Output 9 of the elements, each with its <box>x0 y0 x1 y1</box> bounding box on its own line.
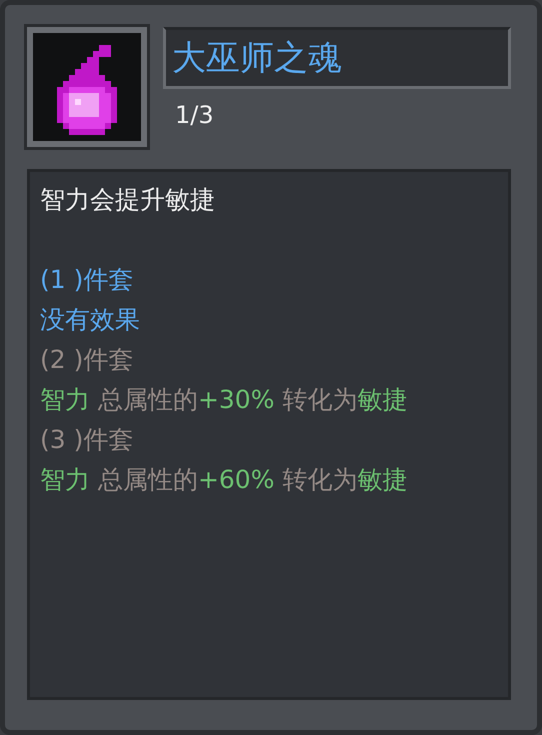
set-tier-effect: 智力 总属性的+30% 转化为敏捷 <box>40 384 408 416</box>
set-tier-label: (3 )件套 <box>40 424 134 456</box>
set-tier-label: (2 )件套 <box>40 344 134 376</box>
item-count: 1/3 <box>174 101 214 129</box>
item-description: 智力会提升敏捷 <box>40 184 215 216</box>
set-tier-effect: 没有效果 <box>40 304 140 336</box>
set-tier-effect: 智力 总属性的+60% 转化为敏捷 <box>40 464 408 496</box>
set-tier-label: (1 )件套 <box>40 264 134 296</box>
item-name: 大巫师之魂 <box>163 27 511 89</box>
